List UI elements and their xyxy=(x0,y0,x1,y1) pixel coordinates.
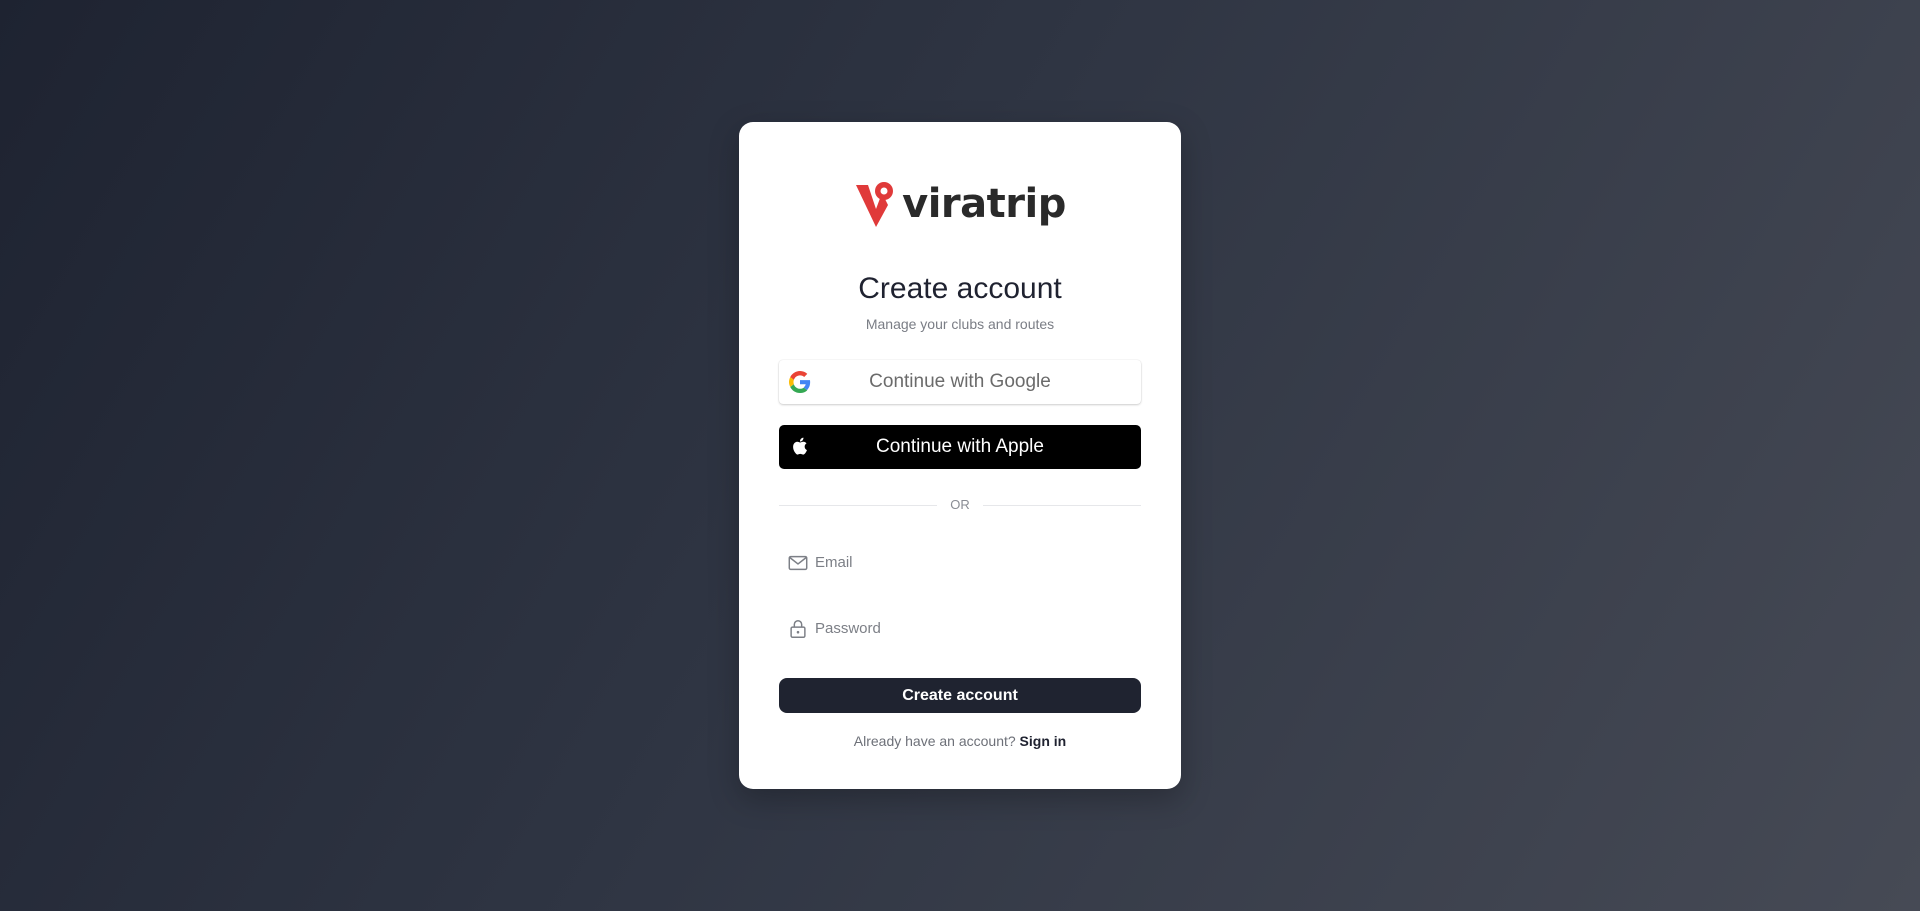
password-field-wrapper xyxy=(779,608,1141,648)
brand-name: viratrip xyxy=(902,181,1066,227)
page-title: Create account xyxy=(858,272,1062,305)
signin-prompt: Already have an account? Sign in xyxy=(739,733,1181,749)
mail-icon xyxy=(788,555,808,571)
continue-with-google-button[interactable]: Continue with Google xyxy=(779,360,1141,404)
google-button-label: Continue with Google xyxy=(869,371,1051,392)
apple-button-label: Continue with Apple xyxy=(876,436,1044,457)
create-account-button[interactable]: Create account xyxy=(779,678,1141,713)
page-subtitle: Manage your clubs and routes xyxy=(865,316,1055,332)
location-pin-logo-icon xyxy=(856,182,894,227)
or-divider: OR xyxy=(779,497,1141,513)
password-input[interactable] xyxy=(815,608,1135,648)
signup-card: viratrip Create account Manage your club… xyxy=(739,122,1181,789)
email-input[interactable] xyxy=(815,542,1135,582)
continue-with-apple-button[interactable]: Continue with Apple xyxy=(779,425,1141,469)
email-field-wrapper xyxy=(779,542,1141,582)
signin-prompt-text: Already have an account? xyxy=(853,733,1016,749)
brand-logo: viratrip xyxy=(739,174,1181,234)
divider-line-right xyxy=(983,505,1141,506)
sign-in-link[interactable]: Sign in xyxy=(1020,733,1067,749)
lock-icon xyxy=(790,620,806,638)
